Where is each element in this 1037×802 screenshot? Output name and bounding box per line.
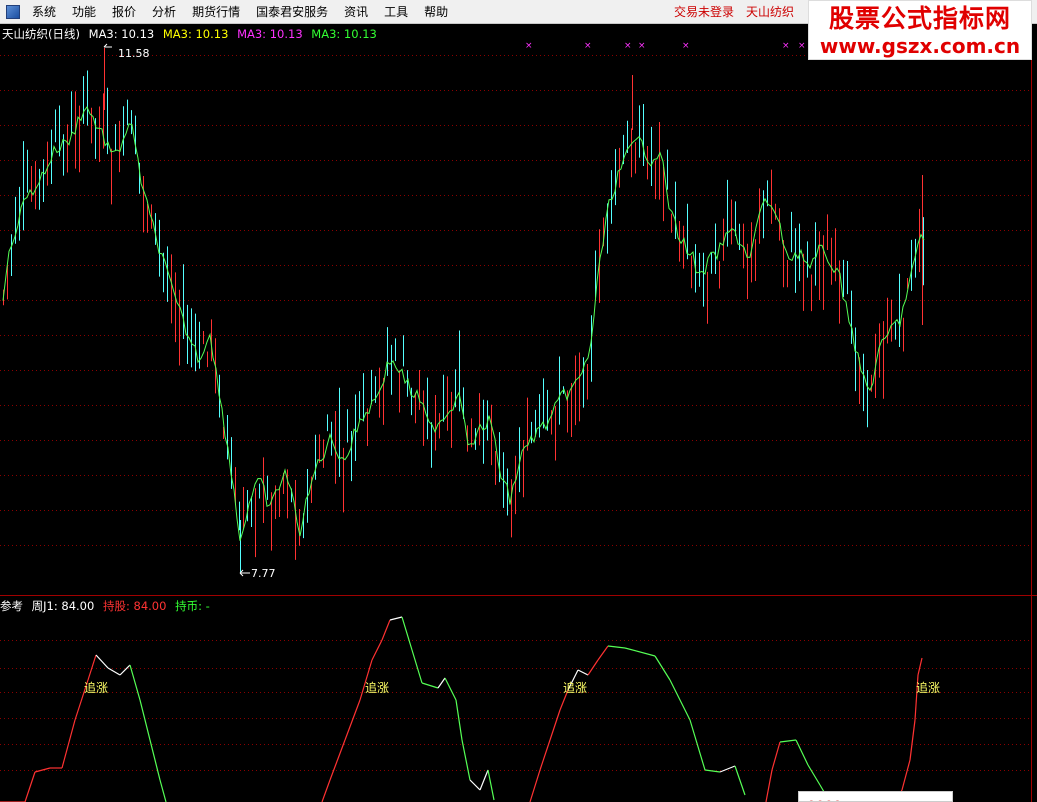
indicator-line (329, 739, 346, 781)
indicator-line (479, 769, 489, 791)
indicator-line (107, 667, 121, 676)
signal-label-zhuizhang: 追涨 (916, 680, 940, 695)
indicator-line (129, 664, 141, 701)
high-arrow (103, 43, 112, 48)
stock-title: 天山纺织(日线) (2, 27, 80, 41)
low-price-label: 7.77 (251, 567, 276, 580)
indicator-line (371, 639, 383, 661)
ma-line (2, 106, 925, 541)
ma-label-2: MA3: 10.13 (162, 27, 229, 41)
watermark-title: 股票公式指标网 (828, 4, 1011, 33)
signal-marker: × (584, 41, 592, 51)
low-arrow (239, 569, 250, 577)
indicator-line (344, 699, 361, 741)
indicator-line (577, 669, 589, 676)
indicator-line (455, 699, 463, 741)
indicator-line (437, 677, 446, 689)
indicator-line (321, 779, 331, 802)
indicator-line (549, 709, 561, 741)
indicator-line (765, 769, 773, 802)
indicator-line (901, 759, 911, 791)
zhou-j1-value: 周J1: 84.00 (31, 599, 95, 613)
indicator-line (24, 771, 36, 802)
signal-label-zhuizhang: 追涨 (84, 680, 108, 695)
signal-label-zhuizhang: 追涨 (563, 680, 587, 695)
watermark-url: www.gszx.com.cn (819, 34, 1021, 58)
sub-legend: 参考 周J1: 84.00 持股: 84.00 持币: - (0, 598, 215, 614)
chart-area[interactable]: 11.58 7.77 × × × × × × × 追涨 追涨 追涨 追涨 (0, 0, 1037, 802)
indicator-line (461, 739, 471, 781)
indicator-line (909, 719, 916, 761)
signal-marker: × (525, 41, 533, 51)
indicator-line (607, 645, 626, 649)
watermark-logo: 股票公式指标网 www.gszx.com.cn (808, 0, 1032, 60)
indicator-line (487, 769, 495, 801)
indicator-line (719, 765, 736, 773)
indicator-line (529, 769, 541, 802)
status-toolbar[interactable]: ●●●● (798, 791, 953, 802)
indicator-line (119, 664, 131, 676)
signal-marker: × (638, 41, 646, 51)
indicator-line (771, 741, 781, 771)
indicator-line (411, 649, 423, 684)
indicator-line (654, 655, 671, 681)
indicator-line (587, 659, 599, 676)
indicator-line (389, 616, 403, 621)
indicator-line (917, 657, 923, 676)
indicator-line (139, 699, 151, 741)
high-price-label: 11.58 (118, 47, 150, 60)
indicator-line (795, 739, 809, 766)
signal-marker: × (798, 41, 806, 51)
ma-label-1: MA3: 10.13 (88, 27, 155, 41)
indicator-line (381, 619, 391, 641)
indicator-line (421, 682, 439, 689)
indicator-line (159, 779, 167, 802)
indicator-line (624, 647, 656, 657)
indicator-line (61, 719, 76, 769)
indicator-line (95, 654, 109, 669)
indicator-line (87, 654, 97, 681)
signal-marker: × (682, 41, 690, 51)
indicator-line (669, 679, 691, 721)
main-legend: 天山纺织(日线) MA3: 10.13 MA3: 10.13 MA3: 10.1… (2, 26, 382, 42)
cash-value: 持币: - (175, 599, 210, 613)
indicator-line (401, 616, 413, 651)
indicator-line (469, 779, 481, 791)
signal-marker: × (782, 41, 790, 51)
ref-label: 参考 (0, 599, 23, 613)
signal-label-zhuizhang: 追涨 (365, 680, 389, 695)
ma-label-4: MA3: 10.13 (311, 27, 377, 41)
indicator-line (149, 739, 161, 781)
indicator-line (597, 645, 609, 661)
hold-value: 持股: 84.00 (102, 599, 167, 613)
indicator-line (807, 764, 821, 786)
indicator-line (444, 677, 457, 701)
indicator-line (779, 739, 797, 743)
ma-label-3: MA3: 10.13 (237, 27, 303, 41)
signal-marker: × (624, 41, 632, 51)
indicator-line (34, 767, 51, 773)
